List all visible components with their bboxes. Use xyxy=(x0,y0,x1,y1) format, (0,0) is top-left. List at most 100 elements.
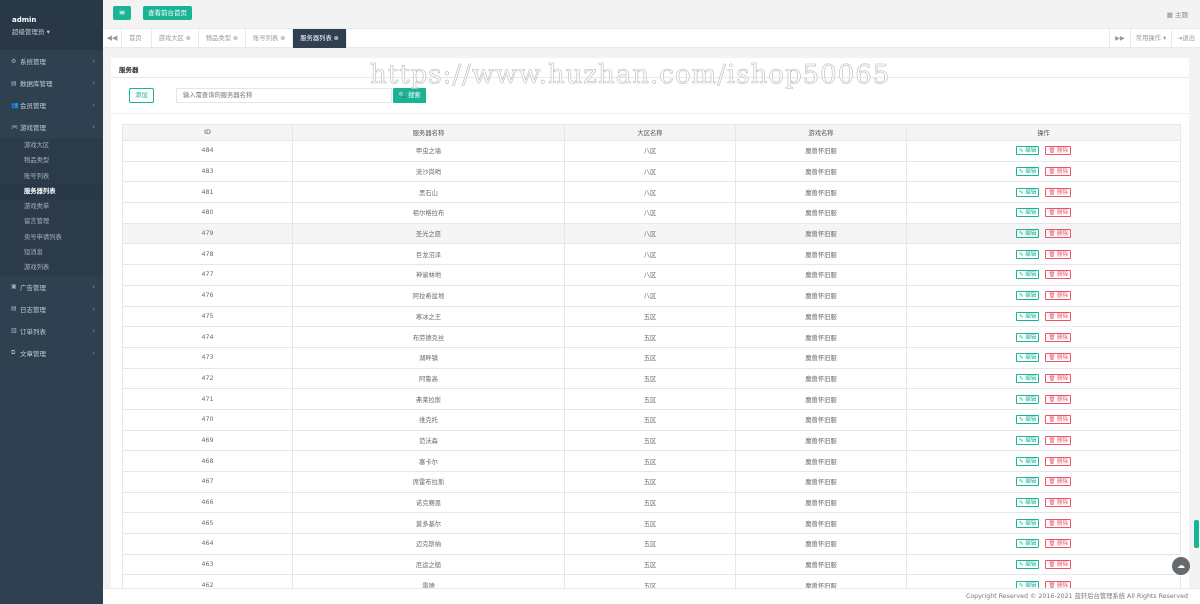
side-scroll-indicator[interactable] xyxy=(1194,520,1199,548)
delete-button[interactable]: 🗑 删除 xyxy=(1045,270,1072,280)
table-cell: 五区 xyxy=(564,367,736,390)
sidebar-item[interactable]: ⧉ 文章管理 ‹ xyxy=(0,342,103,364)
sidebar-item[interactable]: 🎮 游戏管理 ‹ xyxy=(0,116,103,138)
sidebar-subitem[interactable]: 服务器列表 xyxy=(0,183,103,200)
menu-toggle-button[interactable]: ≡ xyxy=(113,6,131,20)
edit-button[interactable]: ✎ 编辑 xyxy=(1015,560,1040,570)
sidebar-subitem[interactable]: 游戏列表 xyxy=(0,260,103,275)
logout-button[interactable]: ⇥退出 xyxy=(1171,29,1200,48)
delete-button[interactable]: 🗑 删除 xyxy=(1045,249,1072,259)
tab[interactable]: 首页 xyxy=(122,29,152,48)
view-frontend-button[interactable]: 查看前台首页 xyxy=(143,6,192,20)
table-cell: 483 xyxy=(122,160,293,183)
table-cell: 八区 xyxy=(564,284,736,307)
sidebar-item[interactable]: ▥ 订单列表 ‹ xyxy=(0,320,103,342)
edit-button[interactable]: ✎ 编辑 xyxy=(1015,477,1040,487)
chevron-left-icon: ‹ xyxy=(92,282,95,291)
actions-cell: ✎ 编辑 🗑 删除 xyxy=(906,491,1181,514)
tab-label: 账号列表 xyxy=(253,35,279,42)
edit-button[interactable]: ✎ 编辑 xyxy=(1015,270,1040,280)
table-cell: 五区 xyxy=(564,408,736,431)
sidebar-subitem[interactable]: 物品类型 xyxy=(0,153,103,168)
sidebar-subitem[interactable]: 游戏大区 xyxy=(0,138,103,153)
menu-icon: ⧉ xyxy=(11,348,16,356)
edit-button[interactable]: ✎ 编辑 xyxy=(1015,229,1040,239)
edit-button[interactable]: ✎ 编辑 xyxy=(1015,518,1040,528)
search-input[interactable] xyxy=(176,88,392,103)
delete-button[interactable]: 🗑 删除 xyxy=(1045,146,1072,156)
table-cell: 魔兽怀旧服 xyxy=(735,408,907,431)
delete-button[interactable]: 🗑 删除 xyxy=(1045,187,1072,197)
delete-button[interactable]: 🗑 删除 xyxy=(1045,353,1072,363)
delete-button[interactable]: 🗑 删除 xyxy=(1045,229,1072,239)
table-cell: 迈克斯纳 xyxy=(292,533,565,555)
delete-button[interactable]: 🗑 删除 xyxy=(1045,311,1072,321)
sidebar-item[interactable]: ⚙ 系统管理 ‹ xyxy=(0,50,103,72)
delete-button[interactable]: 🗑 删除 xyxy=(1045,477,1072,487)
sidebar-subitem[interactable]: 留言管理 xyxy=(0,214,103,229)
user-profile[interactable]: admin 超级管理员 ▾ xyxy=(0,0,103,50)
edit-button[interactable]: ✎ 编辑 xyxy=(1015,498,1040,508)
sidebar-item[interactable]: 👥 会员管理 ‹ xyxy=(0,94,103,116)
table-cell: 魔兽怀旧服 xyxy=(735,326,907,348)
edit-button[interactable]: ✎ 编辑 xyxy=(1015,291,1040,301)
delete-button[interactable]: 🗑 删除 xyxy=(1045,560,1072,570)
delete-button[interactable]: 🗑 删除 xyxy=(1045,456,1072,466)
sidebar-item-label: 游戏管理 xyxy=(20,124,46,132)
sidebar-subitem[interactable]: 卖号申请列表 xyxy=(0,230,103,245)
edit-button[interactable]: ✎ 编辑 xyxy=(1015,394,1040,404)
delete-button[interactable]: 🗑 删除 xyxy=(1045,291,1072,301)
sidebar-item[interactable]: ▤ 日志管理 ‹ xyxy=(0,298,103,320)
delete-button[interactable]: 🗑 删除 xyxy=(1045,415,1072,425)
edit-button[interactable]: ✎ 编辑 xyxy=(1015,456,1040,466)
edit-button[interactable]: ✎ 编辑 xyxy=(1015,311,1040,321)
edit-button[interactable]: ✎ 编辑 xyxy=(1015,353,1040,363)
edit-button[interactable]: ✎ 编辑 xyxy=(1015,332,1040,342)
edit-button[interactable]: ✎ 编辑 xyxy=(1015,146,1040,156)
close-icon[interactable]: ⊗ xyxy=(280,35,285,42)
delete-button[interactable]: 🗑 删除 xyxy=(1045,373,1072,383)
sidebar-subitem[interactable]: 短消息 xyxy=(0,245,103,260)
tab[interactable]: 账号列表 ⊗ xyxy=(246,29,294,48)
common-ops-dropdown[interactable]: 常用操作 ▾ xyxy=(1129,29,1171,48)
chat-icon[interactable]: ☁ xyxy=(1172,557,1190,575)
close-icon[interactable]: ⊗ xyxy=(186,35,191,42)
delete-button[interactable]: 🗑 删除 xyxy=(1045,332,1072,342)
delete-button[interactable]: 🗑 删除 xyxy=(1045,394,1072,404)
tabs-bar: ◀◀ 首页 游戏大区 ⊗ 物品类型 ⊗ 账号列表 ⊗ 服务器列表 ⊗ ▶▶ 常用操作 ▾ ⇥退出 xyxy=(103,28,1200,48)
menu-icon: 🎮 xyxy=(11,123,19,131)
edit-button[interactable]: ✎ 编辑 xyxy=(1015,415,1040,425)
tab[interactable]: 物品类型 ⊗ xyxy=(199,29,247,48)
sidebar-subitem[interactable]: 账号列表 xyxy=(0,169,103,184)
delete-button[interactable]: 🗑 删除 xyxy=(1045,518,1072,528)
delete-button[interactable]: 🗑 删除 xyxy=(1045,167,1072,177)
close-icon[interactable]: ⊗ xyxy=(233,35,238,42)
edit-button[interactable]: ✎ 编辑 xyxy=(1015,539,1040,549)
tab[interactable]: 服务器列表 ⊗ xyxy=(293,29,347,48)
table-cell: 477 xyxy=(122,264,293,286)
edit-button[interactable]: ✎ 编辑 xyxy=(1015,167,1040,177)
user-role-dropdown[interactable]: 超级管理员 ▾ xyxy=(12,26,103,36)
delete-button[interactable]: 🗑 删除 xyxy=(1045,498,1072,508)
theme-button[interactable]: ▦ 主题 xyxy=(1167,9,1188,19)
search-button[interactable]: 🔍 搜索 xyxy=(393,88,426,103)
sidebar-item[interactable]: ▣ 广告管理 ‹ xyxy=(0,276,103,298)
table-row: 477 神谕林地 八区 魔兽怀旧服 ✎ 编辑 🗑 删除 xyxy=(122,264,1181,286)
tab[interactable]: 游戏大区 ⊗ xyxy=(152,29,199,48)
edit-button[interactable]: ✎ 编辑 xyxy=(1015,187,1040,197)
edit-button[interactable]: ✎ 编辑 xyxy=(1015,249,1040,259)
actions-cell: ✎ 编辑 🗑 删除 xyxy=(906,264,1181,286)
edit-button[interactable]: ✎ 编辑 xyxy=(1015,435,1040,445)
edit-button[interactable]: ✎ 编辑 xyxy=(1015,208,1040,218)
delete-button[interactable]: 🗑 删除 xyxy=(1045,435,1072,445)
sidebar-item[interactable]: ▤ 数据库管理 ‹ xyxy=(0,72,103,94)
delete-button[interactable]: 🗑 删除 xyxy=(1045,208,1072,218)
close-icon[interactable]: ⊗ xyxy=(334,35,339,42)
edit-button[interactable]: ✎ 编辑 xyxy=(1015,373,1040,383)
tabs-scroll-right-icon[interactable]: ▶▶ xyxy=(1109,29,1130,48)
sidebar-subitem[interactable]: 游戏类单 xyxy=(0,199,103,214)
tabs-scroll-left-icon[interactable]: ◀◀ xyxy=(103,29,122,48)
add-button[interactable]: 添加 xyxy=(129,88,154,103)
delete-button[interactable]: 🗑 删除 xyxy=(1045,539,1072,549)
table-row: 483 流沙岗哨 八区 魔兽怀旧服 ✎ 编辑 🗑 删除 xyxy=(122,160,1181,183)
